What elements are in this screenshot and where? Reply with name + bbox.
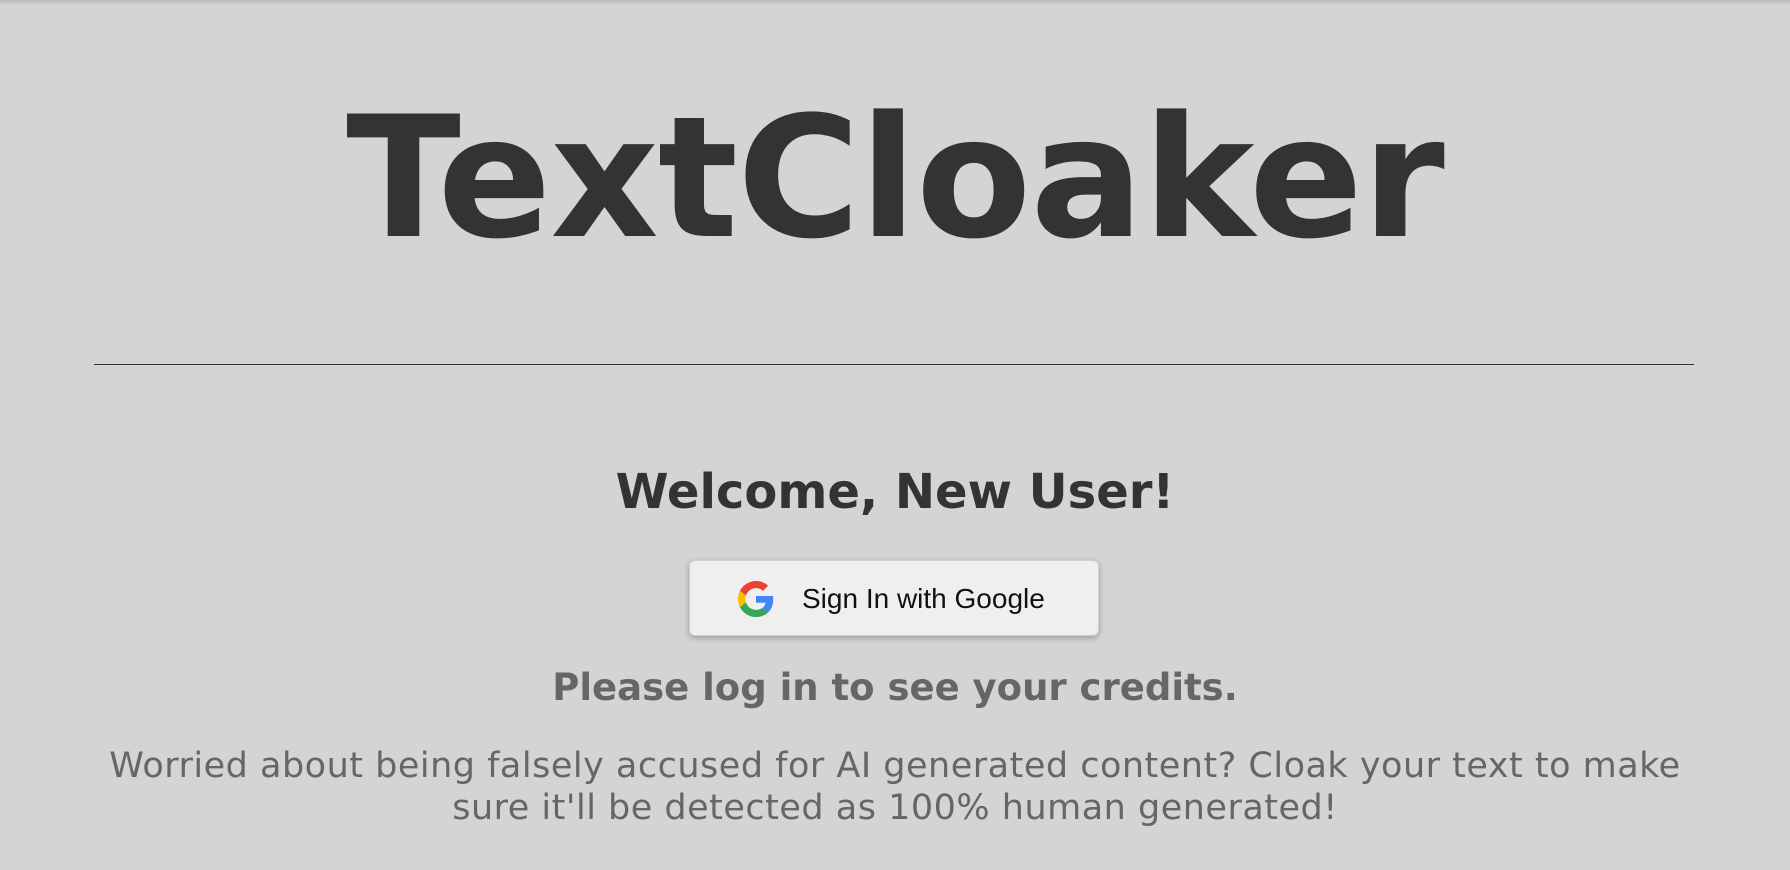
tagline-text: Worried about being falsely accused for … xyxy=(109,746,1681,828)
sign-in-with-google-button[interactable]: Sign In with Google xyxy=(689,560,1099,636)
header-divider xyxy=(94,364,1694,365)
welcome-heading: Welcome, New User! xyxy=(615,464,1175,520)
app-title: TextCloaker xyxy=(346,80,1445,276)
google-g-icon xyxy=(738,581,774,617)
sign-in-button-label: Sign In with Google xyxy=(802,583,1045,614)
credits-login-message: Please log in to see your credits. xyxy=(552,666,1238,709)
page: TextCloaker Welcome, New User! Sign In w… xyxy=(0,0,1790,870)
